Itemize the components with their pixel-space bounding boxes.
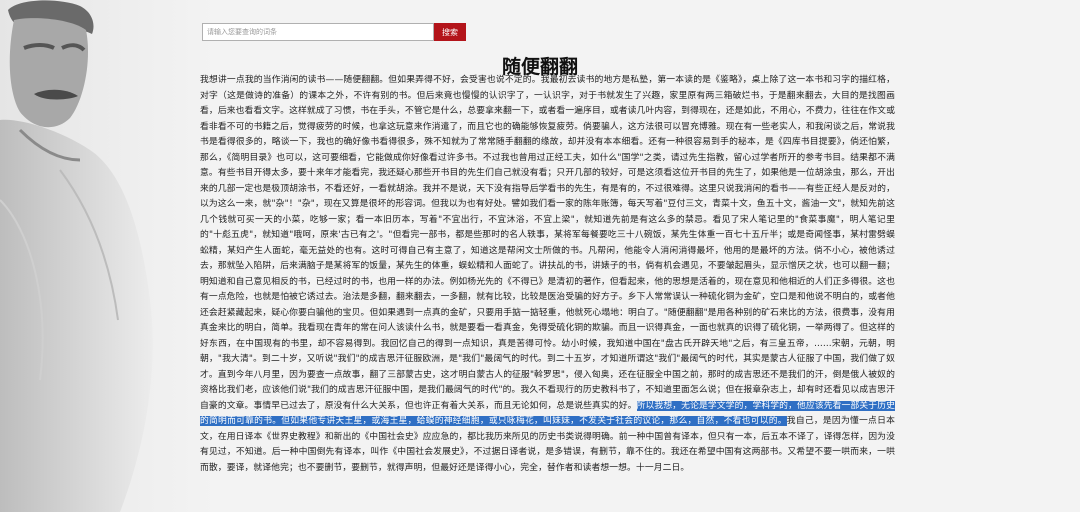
search-button[interactable]: 搜索 bbox=[434, 23, 466, 41]
search-input[interactable] bbox=[202, 23, 434, 41]
search-bar: 搜索 bbox=[202, 23, 466, 41]
article-body: 我想讲一点我的当作消闲的读书——随便翻翻。但如果弄得不好，会受害也说不定的。我最… bbox=[200, 73, 895, 476]
article-text-before: 我想讲一点我的当作消闲的读书——随便翻翻。但如果弄得不好，会受害也说不定的。我最… bbox=[200, 75, 895, 411]
